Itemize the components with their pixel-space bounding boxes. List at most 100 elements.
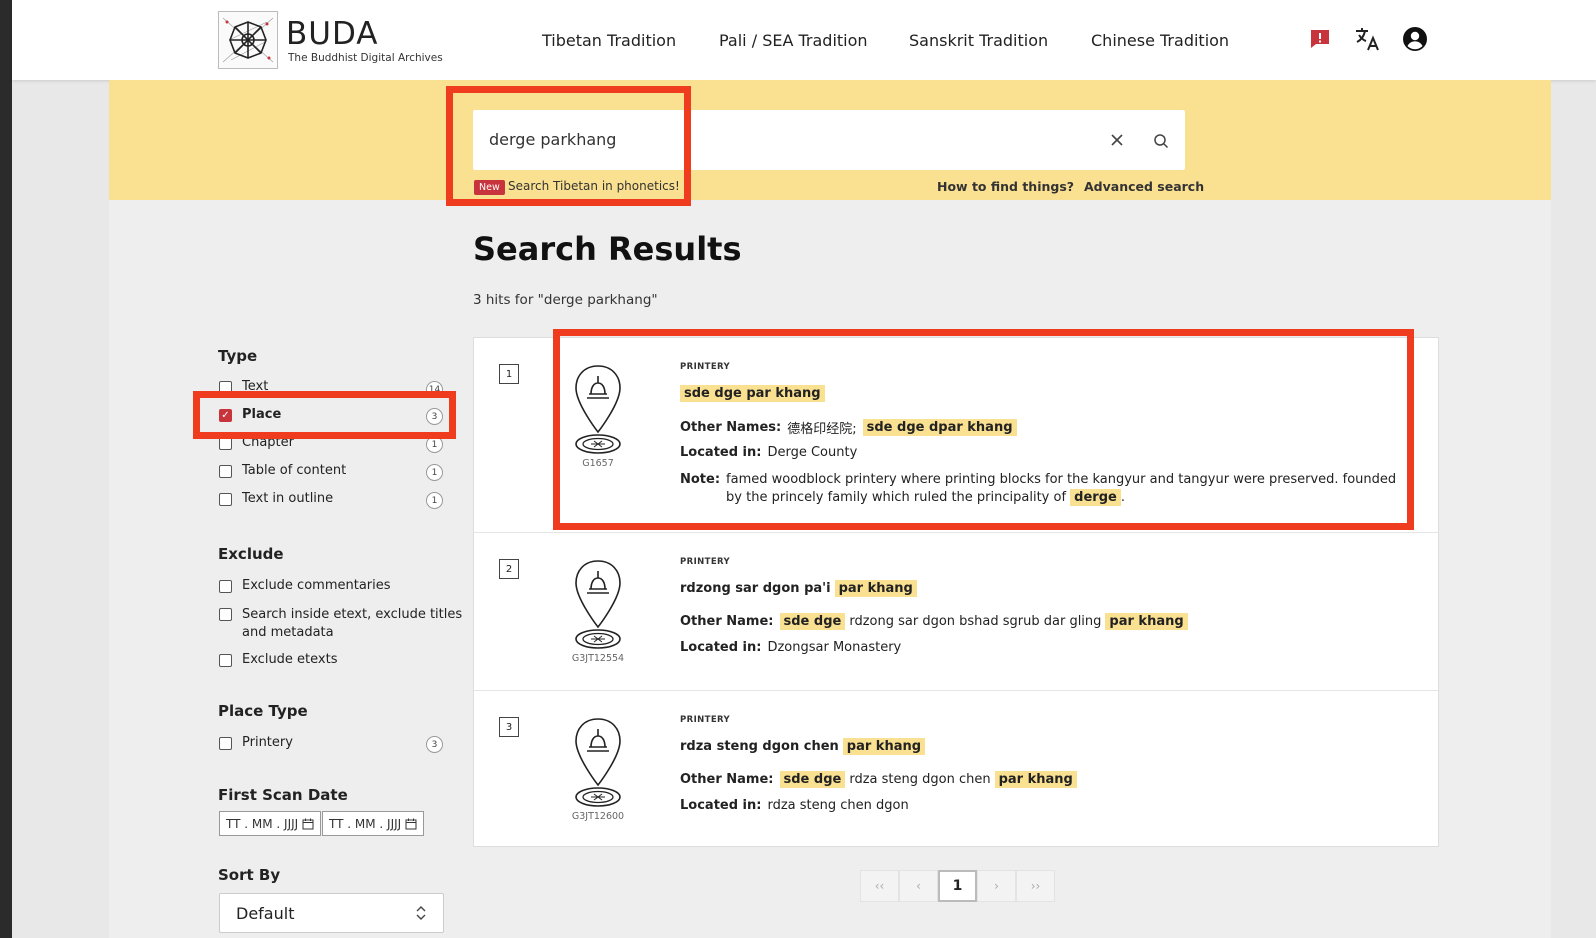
result-number: 3 (499, 717, 519, 737)
facet-place-printery[interactable]: Printery (219, 735, 293, 753)
result-type: PRINTERY (680, 362, 731, 372)
checkbox[interactable] (219, 608, 232, 621)
place-pin-icon (575, 718, 621, 807)
page-next[interactable]: › (977, 870, 1016, 902)
search-input-value: derge parkhang (489, 130, 617, 149)
translate-icon[interactable] (1353, 25, 1381, 53)
result-type: PRINTERY (680, 715, 731, 725)
result-item[interactable]: 3 G3JT12600 PRINTERY rdza steng dgon che… (474, 691, 1438, 848)
nav-pali[interactable]: Pali / SEA Tradition (719, 31, 868, 50)
result-other-names: Other Name: sde dge rdza steng dgon chen… (680, 771, 1077, 788)
facet-type-toc[interactable]: Table of content (219, 463, 346, 481)
facet-label: Printery (242, 735, 293, 750)
result-located: Located in: Dzongsar Monastery (680, 640, 902, 655)
facet-count: 1 (426, 436, 443, 453)
result-other-names: Other Name: sde dge rdzong sar dgon bsha… (680, 613, 1188, 630)
result-id: G3JT12554 (571, 653, 625, 664)
result-id: G1657 (582, 458, 614, 469)
result-note: Note: famed woodblock printery where pri… (680, 472, 1397, 506)
facet-label: Chapter (242, 435, 294, 450)
checkbox[interactable] (219, 493, 232, 506)
checkbox[interactable] (219, 654, 232, 667)
facet-count: 3 (426, 408, 443, 425)
facet-count: 1 (426, 464, 443, 481)
facet-label: Text (242, 379, 269, 394)
place-pin-icon (575, 560, 621, 649)
advanced-search-link[interactable]: Advanced search (1084, 179, 1204, 194)
calendar-icon[interactable] (302, 818, 314, 830)
sort-select[interactable]: Default (219, 893, 444, 933)
exclude-titles-metadata[interactable]: Search inside etext, exclude titles and m… (219, 606, 462, 642)
facet-label: Table of content (242, 463, 347, 478)
page-last[interactable]: ›› (1016, 870, 1055, 902)
result-item[interactable]: 2 G3JT12554 PRINTERY rdzong sar dgon pa'… (474, 533, 1438, 691)
top-header: BUDA The Buddhist Digital Archives Tibet… (12, 0, 1596, 80)
result-other-names: Other Names: 德格印经院; sde dge dpar khang (680, 418, 1017, 437)
search-input[interactable]: derge parkhang (473, 110, 1185, 170)
facet-label: Search inside etext, exclude titles and m… (242, 607, 463, 640)
facet-exclude-title: Exclude (218, 545, 284, 563)
results-list: 1 G1657 PRINTERY sde dge par khang Other… (473, 337, 1439, 847)
exclude-etexts[interactable]: Exclude etexts (219, 652, 338, 670)
brand-name[interactable]: BUDA (286, 16, 379, 52)
facet-type-outline[interactable]: Text in outline (219, 491, 333, 509)
nav-chinese[interactable]: Chinese Tradition (1091, 31, 1229, 50)
facet-count: 14 (426, 381, 443, 398)
place-pin-icon (575, 365, 621, 454)
help-link[interactable]: How to find things? (937, 179, 1074, 194)
brand-subtitle: The Buddhist Digital Archives (288, 52, 443, 64)
facet-type-chapter[interactable]: Chapter (219, 435, 294, 453)
checkbox[interactable] (219, 580, 232, 593)
checkbox[interactable] (219, 437, 232, 450)
page-first[interactable]: ‹‹ (860, 870, 899, 902)
phonetics-link[interactable]: Search Tibetan in phonetics! (508, 179, 680, 193)
result-title[interactable]: sde dge par khang (680, 385, 825, 402)
account-icon[interactable] (1401, 25, 1429, 53)
pagination: ‹‹ ‹ 1 › ›› (860, 870, 1055, 902)
select-arrows-icon (416, 906, 426, 920)
result-id: G3JT12600 (571, 811, 625, 822)
sort-value: Default (236, 903, 295, 923)
nav-sanskrit[interactable]: Sanskrit Tradition (909, 31, 1048, 50)
facet-type-title: Type (218, 347, 258, 365)
nav-tibetan[interactable]: Tibetan Tradition (542, 31, 676, 50)
date-to-input[interactable]: TT . MM . JJJJ (322, 811, 424, 836)
facet-label: Exclude etexts (242, 652, 338, 667)
result-item[interactable]: 1 G1657 PRINTERY sde dge par khang Other… (474, 338, 1438, 533)
new-badge: New (474, 180, 505, 195)
sort-title: Sort By (218, 866, 281, 884)
calendar-icon[interactable] (405, 818, 417, 830)
facet-type-place[interactable]: ✓ Place (219, 407, 281, 425)
facet-type-text[interactable]: Text (219, 379, 268, 397)
search-icon[interactable] (1149, 129, 1173, 153)
facet-count: 3 (426, 736, 443, 753)
facet-label: Exclude commentaries (242, 578, 391, 593)
facet-scan-date-title: First Scan Date (218, 786, 348, 804)
hits-count: 3 hits for "derge parkhang" (473, 292, 658, 308)
result-located: Located in: rdza steng chen dgon (680, 798, 909, 813)
window-edge (0, 0, 12, 938)
checkbox[interactable] (219, 381, 232, 394)
clear-icon[interactable] (1105, 128, 1129, 152)
facet-label: Text in outline (242, 491, 334, 506)
page-prev[interactable]: ‹ (899, 870, 938, 902)
facet-label: Place (242, 407, 282, 422)
result-number: 2 (499, 559, 519, 579)
checkbox[interactable] (219, 737, 232, 750)
page-title: Search Results (473, 230, 742, 268)
result-number: 1 (499, 364, 519, 384)
exclude-commentaries[interactable]: Exclude commentaries (219, 578, 391, 596)
result-title[interactable]: rdzong sar dgon pa'i par khang (680, 580, 917, 597)
checkbox[interactable] (219, 465, 232, 478)
facet-count: 1 (426, 492, 443, 509)
buda-logo[interactable] (218, 11, 278, 69)
checkbox-checked[interactable]: ✓ (219, 409, 232, 422)
page-current[interactable]: 1 (938, 870, 977, 902)
report-icon[interactable] (1306, 25, 1334, 53)
date-placeholder: TT . MM . JJJJ (329, 816, 402, 831)
result-title[interactable]: rdza steng dgon chen par khang (680, 738, 926, 755)
result-type: PRINTERY (680, 557, 731, 567)
date-placeholder: TT . MM . JJJJ (226, 816, 299, 831)
date-from-input[interactable]: TT . MM . JJJJ (219, 811, 321, 836)
facet-place-type-title: Place Type (218, 702, 308, 720)
